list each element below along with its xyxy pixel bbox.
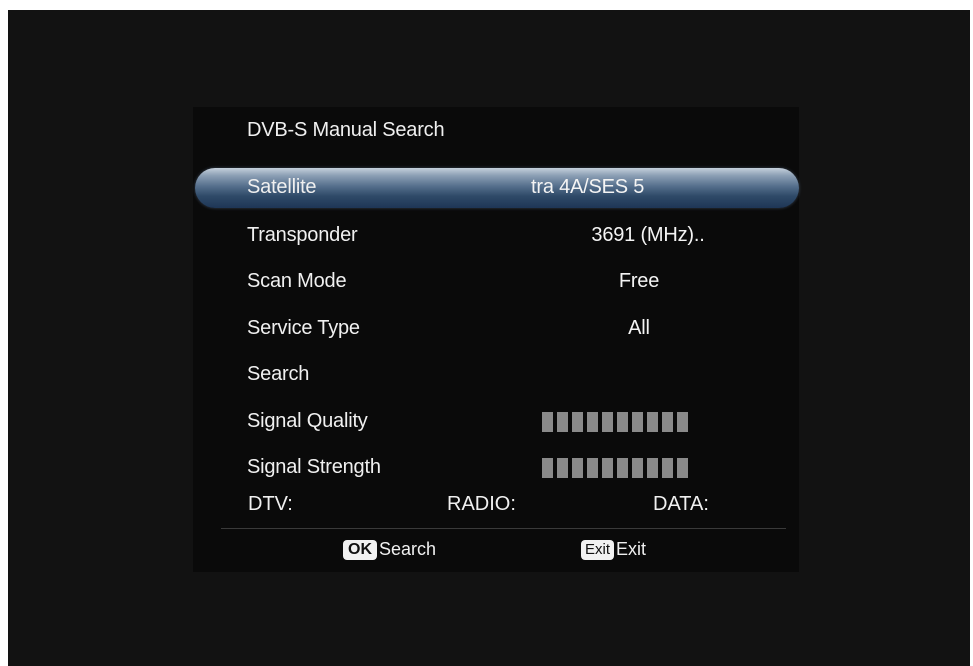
signal-segment [632, 458, 643, 478]
exit-key-icon: Exit [581, 539, 615, 560]
signal-segment [557, 412, 568, 432]
menu-row-search[interactable]: Search [193, 352, 799, 396]
menu-row-transponder[interactable]: Transponder 3691 (MHz).. [193, 213, 799, 257]
service-type-label: Service Type [247, 317, 360, 339]
scan-mode-value: Free [618, 270, 660, 292]
signal-strength-row: Signal Strength [193, 445, 799, 489]
signal-strength-bar [542, 458, 688, 478]
ok-hint-label: Search [379, 539, 437, 559]
signal-segment [617, 412, 628, 432]
signal-segment [542, 412, 553, 432]
signal-segment [647, 412, 658, 432]
dialog-title: DVB-S Manual Search [247, 119, 445, 141]
transponder-label: Transponder [247, 224, 358, 246]
ok-key-icon: OK [343, 539, 377, 560]
signal-segment [677, 412, 688, 432]
scan-mode-label: Scan Mode [247, 270, 347, 292]
footer-divider [221, 528, 786, 529]
ok-search-hint[interactable]: OK Search [343, 539, 436, 560]
transponder-value: 3691 (MHz).. [591, 224, 705, 246]
exit-hint[interactable]: Exit Exit [581, 539, 646, 560]
radio-count-label: RADIO: [447, 493, 516, 515]
menu-row-service-type[interactable]: Service Type All [193, 306, 799, 350]
signal-segment [662, 412, 673, 432]
manual-search-dialog: DVB-S Manual Search Satellite tra 4A/SES… [193, 107, 799, 572]
menu-row-satellite[interactable]: Satellite tra 4A/SES 5 [193, 165, 799, 209]
footer-hints: OK Search Exit Exit [193, 539, 799, 565]
signal-segment [557, 458, 568, 478]
signal-segment [677, 458, 688, 478]
menu-row-scan-mode[interactable]: Scan Mode Free [193, 259, 799, 303]
signal-segment [587, 458, 598, 478]
data-count-label: DATA: [653, 493, 709, 515]
satellite-label: Satellite [247, 176, 317, 198]
signal-segment [572, 458, 583, 478]
signal-strength-label: Signal Strength [247, 456, 381, 478]
service-type-value: All [628, 317, 650, 339]
signal-segment [647, 458, 658, 478]
signal-quality-label: Signal Quality [247, 410, 368, 432]
dtv-count-label: DTV: [248, 493, 293, 515]
signal-segment [632, 412, 643, 432]
signal-segment [572, 412, 583, 432]
signal-segment [617, 458, 628, 478]
signal-quality-row: Signal Quality [193, 399, 799, 443]
search-label: Search [247, 363, 310, 385]
exit-hint-label: Exit [616, 539, 647, 559]
signal-segment [602, 458, 613, 478]
signal-segment [587, 412, 598, 432]
signal-segment [602, 412, 613, 432]
satellite-value: tra 4A/SES 5 [531, 176, 645, 198]
signal-segment [542, 458, 553, 478]
tv-screen: DVB-S Manual Search Satellite tra 4A/SES… [8, 10, 970, 666]
signal-quality-bar [542, 412, 688, 432]
signal-segment [662, 458, 673, 478]
channel-counts: DTV: RADIO: DATA: [193, 493, 799, 523]
